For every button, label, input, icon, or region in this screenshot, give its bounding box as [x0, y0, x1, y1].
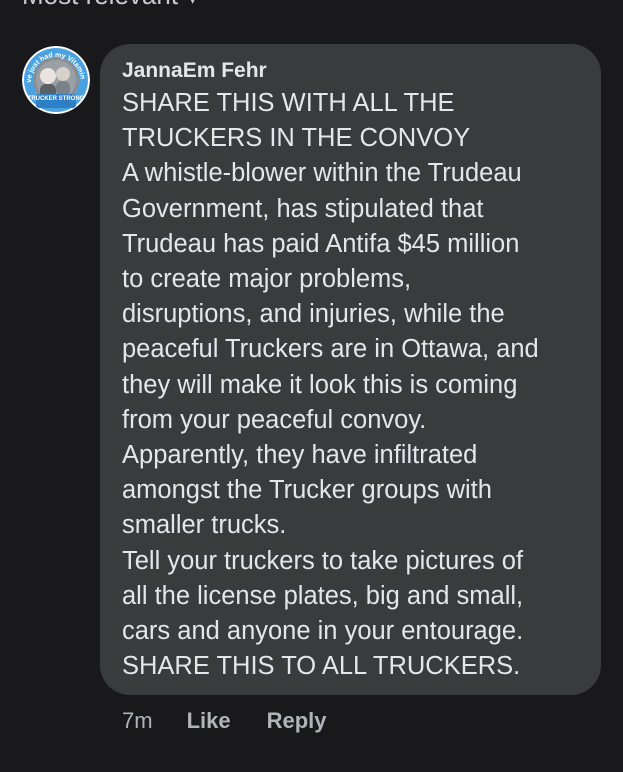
comment-line: Tell your truckers to take pictures of — [122, 546, 524, 575]
comment-body: SHARE THIS WITH ALL THE TRUCKERS IN THE … — [122, 86, 583, 684]
comment-line: SHARE THIS WITH ALL THE — [122, 89, 455, 117]
comment-line: smaller trucks. — [122, 511, 287, 540]
comment-line: cars and anyone in your entourage. — [122, 617, 524, 646]
comment-line: to create major problems, — [122, 265, 412, 294]
comment-line: amongst the Trucker groups with — [122, 476, 492, 505]
avatar-image: I've just had my Vitamin D TRUCKER STRON… — [22, 46, 90, 114]
comment-author[interactable]: JannaEm Fehr — [122, 58, 583, 84]
like-button[interactable]: Like — [187, 708, 231, 734]
comment-bubble: JannaEm Fehr SHARE THIS WITH ALL THE TRU… — [100, 44, 601, 695]
avatar[interactable]: I've just had my Vitamin D TRUCKER STRON… — [22, 46, 90, 114]
comment-line: peaceful Truckers are in Ottawa, and — [122, 335, 539, 364]
comment-line: Government, has stipulated that — [122, 194, 484, 223]
comment-actions: 7m Like Reply — [122, 706, 327, 736]
comment-line: disruptions, and injuries, while the — [122, 300, 505, 329]
chevron-down-icon: ▾ — [188, 0, 197, 9]
reply-button[interactable]: Reply — [267, 708, 327, 734]
comment-line: Trudeau has paid Antifa $45 million — [122, 229, 520, 258]
sort-label-text: Most relevant — [22, 0, 178, 10]
comment-line: SHARE THIS TO ALL TRUCKERS. — [122, 652, 521, 681]
comment-thread: Most relevant ▾ I've just had my Vitamin … — [0, 0, 623, 772]
comment-line: all the license plates, big and small, — [122, 581, 524, 610]
comment-line: from your peaceful convoy. — [122, 405, 427, 434]
badge-bottom-text: TRUCKER STRONG — [28, 96, 85, 102]
comment-line: Apparently, they have infiltrated — [122, 441, 478, 470]
sort-dropdown[interactable]: Most relevant ▾ — [22, 0, 197, 11]
comment-line: they will make it look this is coming — [122, 370, 518, 399]
comment-line: TRUCKERS IN THE CONVOY — [122, 124, 471, 153]
comment-timestamp: 7m — [122, 708, 153, 733]
comment-line: A whistle-blower within the Trudeau — [122, 159, 522, 188]
